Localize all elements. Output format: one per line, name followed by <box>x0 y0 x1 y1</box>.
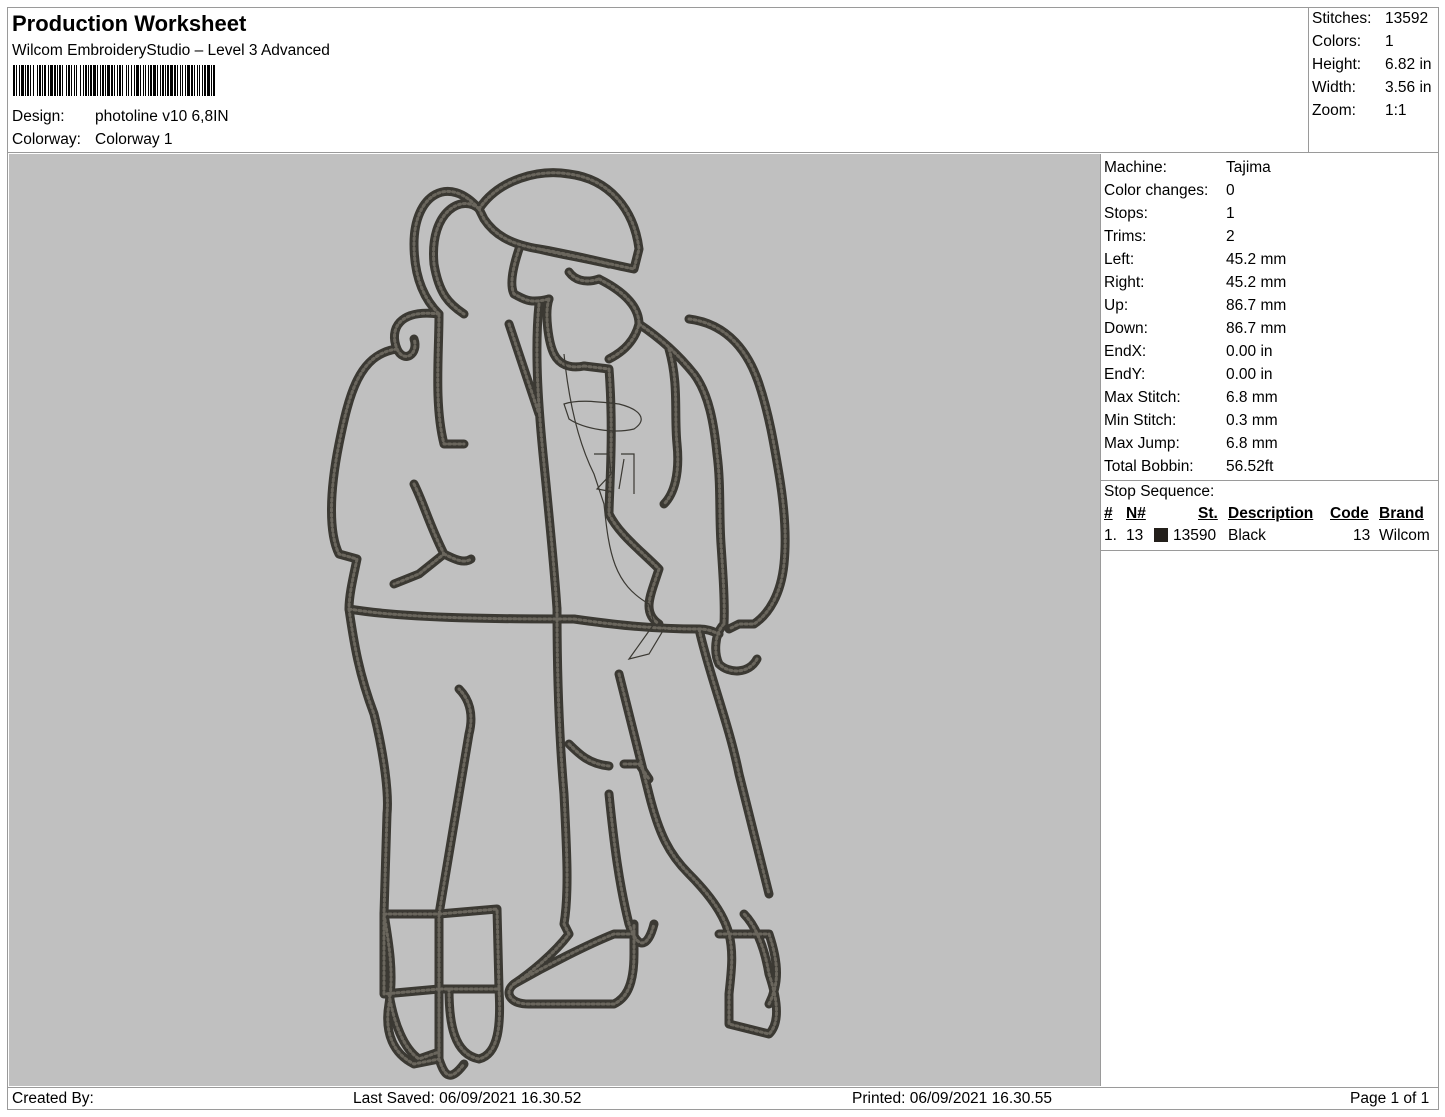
stat-stitches: Stitches: 13592 <box>1312 10 1429 27</box>
woman-feet <box>384 984 505 1064</box>
info-total-bobbin: Total Bobbin: 56.52ft <box>1104 458 1274 475</box>
col-header-st: St. <box>1198 505 1218 522</box>
info-max-jump: Max Jump: 6.8 mm <box>1104 435 1278 452</box>
col-header-brand: Brand <box>1379 505 1424 522</box>
software-name: Wilcom EmbroideryStudio – Level 3 Advanc… <box>12 42 330 59</box>
page-number: Page 1 of 1 <box>1350 1090 1430 1107</box>
stat-width: Width: 3.56 in <box>1312 79 1432 96</box>
info-endy: EndY: 0.00 in <box>1104 366 1273 383</box>
stat-colors: Colors: 1 <box>1312 33 1394 50</box>
design-row: Design: photoline v10 6,8IN <box>12 108 229 126</box>
col-header-description: Description <box>1228 505 1314 522</box>
printed-date: Printed: 06/09/2021 16.30.55 <box>852 1090 1052 1107</box>
machine-info-panel: Machine: Tajima Color changes: 0 Stops: 1 T… <box>1101 153 1439 1087</box>
stat-zoom: Zoom: 1:1 <box>1312 102 1407 119</box>
info-left: Left: 45.2 mm <box>1104 251 1287 268</box>
table-divider <box>1101 550 1439 551</box>
colorway-row: Colorway: Colorway 1 <box>12 131 173 149</box>
col-header-code: Code <box>1330 505 1369 522</box>
info-stops: Stops: 1 <box>1104 205 1235 222</box>
embroidery-design-couple <box>327 168 790 1080</box>
shirt-text-detail <box>563 400 642 432</box>
info-down: Down: 86.7 mm <box>1104 320 1287 337</box>
row-num: 1. <box>1104 527 1117 544</box>
woman-boots <box>379 904 504 999</box>
worksheet-header: Production Worksheet Wilcom EmbroiderySt… <box>8 8 1308 152</box>
info-machine: Machine: Tajima <box>1104 159 1271 176</box>
info-endx: EndX: 0.00 in <box>1104 343 1273 360</box>
info-right: Right: 45.2 mm <box>1104 274 1287 291</box>
design-value: photoline v10 6,8IN <box>95 108 229 125</box>
col-header-num: # <box>1104 505 1113 522</box>
stop-sequence-label: Stop Sequence: <box>1104 483 1215 500</box>
stat-height: Height: 6.82 in <box>1312 56 1432 73</box>
row-code: 13 <box>1353 527 1371 544</box>
col-header-n: N# <box>1126 505 1146 522</box>
color-swatch <box>1154 528 1168 542</box>
barcode <box>13 65 215 96</box>
created-by: Created By: <box>12 1090 94 1107</box>
page-title: Production Worksheet <box>12 11 247 36</box>
design-label: Design: <box>12 108 65 125</box>
info-min-stitch: Min Stitch: 0.3 mm <box>1104 412 1278 429</box>
panel-divider <box>1101 480 1439 481</box>
row-needle: 13 <box>1126 527 1144 544</box>
design-stats: Stitches: 13592 Colors: 1 Height: 6.82 in W… <box>1308 8 1439 152</box>
info-color-changes: Color changes: 0 <box>1104 182 1235 199</box>
colorway-label: Colorway: <box>12 131 81 148</box>
production-worksheet: Production Worksheet Wilcom EmbroiderySt… <box>7 7 1439 1110</box>
info-up: Up: 86.7 mm <box>1104 297 1287 314</box>
man-hood <box>542 274 644 372</box>
footer-divider <box>8 1087 1439 1088</box>
info-trims: Trims: 2 <box>1104 228 1235 245</box>
row-brand: Wilcom <box>1379 527 1430 544</box>
woman-arm-inner <box>389 479 476 589</box>
man-arm <box>684 314 790 676</box>
woman-back <box>327 344 402 819</box>
info-max-stitch: Max Stitch: 6.8 mm <box>1104 389 1278 406</box>
colorway-value: Colorway 1 <box>95 131 173 148</box>
last-saved: Last Saved: 06/09/2021 16.30.52 <box>353 1090 582 1107</box>
row-description: Black <box>1228 527 1266 544</box>
design-preview <box>9 154 1101 1086</box>
row-stitches: 13590 <box>1173 527 1217 544</box>
